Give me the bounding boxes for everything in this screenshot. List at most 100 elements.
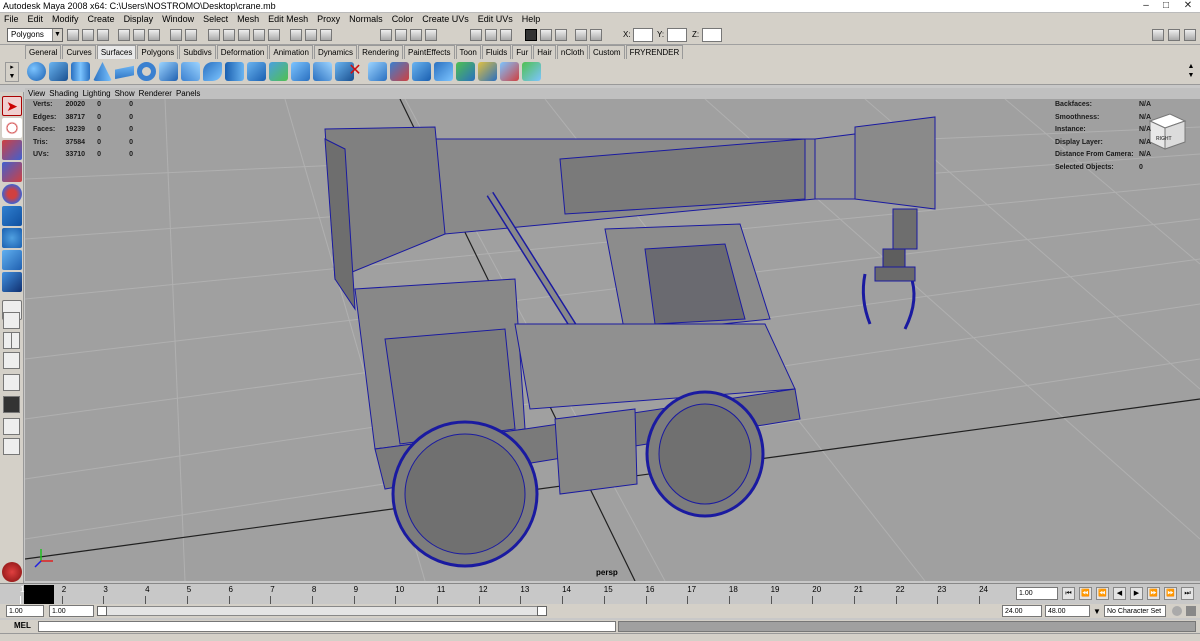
menu-display[interactable]: Display [120, 13, 159, 26]
step-forward-key-button[interactable]: ⏩ [1164, 587, 1177, 600]
shelf-tab-polygons[interactable]: Polygons [137, 45, 179, 59]
shelf-tab-general[interactable]: General [25, 45, 62, 59]
revolve-icon[interactable] [159, 62, 178, 81]
soft-modification-icon[interactable] [2, 250, 22, 270]
layout-hypershade-icon[interactable] [3, 418, 20, 435]
layout-persp-graph-icon[interactable] [3, 396, 20, 413]
layout-two-side-icon[interactable] [3, 352, 20, 369]
maximize-button[interactable]: □ [1156, 0, 1176, 13]
nurbs-cone-icon[interactable] [93, 62, 112, 81]
chevron-down-icon[interactable]: ▼ [1093, 607, 1103, 616]
extend-icon[interactable] [500, 62, 519, 81]
history-icon[interactable] [290, 29, 302, 41]
preferences-icon[interactable] [1186, 606, 1196, 616]
menu-help[interactable]: Help [518, 13, 546, 26]
channel-box-icon[interactable] [555, 29, 567, 41]
range-end-handle[interactable] [537, 606, 547, 616]
layout-four-icon[interactable] [3, 332, 20, 349]
menu-create[interactable]: Create [84, 13, 120, 26]
outliner-icon[interactable] [590, 29, 602, 41]
open-scene-icon[interactable] [82, 29, 94, 41]
command-line-input[interactable] [38, 621, 616, 632]
nurbs-cube-icon[interactable] [49, 62, 68, 81]
rebuild-icon[interactable] [522, 62, 541, 81]
shelf-tab-dynamics[interactable]: Dynamics [313, 45, 358, 59]
panel-menu-lighting[interactable]: Lighting [83, 88, 115, 99]
snap-point-icon[interactable] [238, 29, 250, 41]
nurbs-torus-icon[interactable] [137, 62, 156, 81]
shelf-tab-ncloth[interactable]: nCloth [556, 45, 589, 59]
layout-single-icon[interactable] [3, 312, 20, 329]
nurbs-cylinder-icon[interactable] [71, 62, 90, 81]
snap-curve-icon[interactable] [223, 29, 235, 41]
untrim-icon[interactable] [368, 62, 387, 81]
menu-proxy[interactable]: Proxy [313, 13, 345, 26]
time-slider[interactable]: 1 2 3 4 5 6 7 8 9 10 11 12 13 14 15 16 17 18 19 20 21 22 23 24 … [0, 583, 1200, 604]
align-icon[interactable] [434, 62, 453, 81]
play-forwards-button[interactable]: ▶ [1130, 587, 1143, 600]
hypershade-icon[interactable] [470, 29, 482, 41]
move-tool-icon[interactable] [2, 162, 22, 182]
attach-icon[interactable] [390, 62, 409, 81]
step-back-frame-button[interactable]: ⏪ [1096, 587, 1109, 600]
render-current-icon[interactable] [395, 29, 407, 41]
menu-set-dropdown[interactable]: Polygons ▼ [7, 28, 63, 42]
lock-selection-icon[interactable] [185, 29, 197, 41]
menu-edit-uvs[interactable]: Edit UVs [474, 13, 518, 26]
show-manipulator-icon[interactable] [2, 272, 22, 292]
y-field[interactable] [667, 28, 687, 42]
menu-create-uvs[interactable]: Create UVs [418, 13, 474, 26]
make-live-icon[interactable] [268, 29, 280, 41]
menu-mesh[interactable]: Mesh [233, 13, 264, 26]
square-surface-icon[interactable] [291, 62, 310, 81]
menu-modify[interactable]: Modify [48, 13, 84, 26]
menu-file[interactable]: File [0, 13, 24, 26]
select-tool-icon[interactable]: ➤ [2, 96, 22, 116]
panel-menu-panels[interactable]: Panels [176, 88, 204, 99]
extrude-icon[interactable] [225, 62, 244, 81]
shelf-tab-fluids[interactable]: Fluids [481, 45, 512, 59]
auto-key-icon[interactable] [1172, 606, 1182, 616]
tool-settings-icon[interactable] [540, 29, 552, 41]
playback-start-field[interactable]: 1.00 [49, 605, 94, 617]
open-close-icon[interactable] [456, 62, 475, 81]
range-bar[interactable] [97, 606, 547, 616]
shelf-menu-button[interactable]: ▸ ▼ [5, 62, 19, 82]
toggle-sidebar-icon[interactable] [1152, 29, 1164, 41]
nurbs-plane-icon[interactable] [115, 65, 134, 80]
shelf-tab-fur[interactable]: Fur [512, 45, 533, 59]
menu-window[interactable]: Window [158, 13, 199, 26]
render-settings-icon[interactable] [425, 29, 437, 41]
render-view-icon[interactable] [380, 29, 392, 41]
new-scene-icon[interactable] [67, 29, 79, 41]
select-hierarchy-icon[interactable] [118, 29, 130, 41]
minimize-button[interactable]: – [1136, 0, 1156, 13]
paint-select-tool-icon[interactable] [2, 140, 22, 160]
shelf-tab-toon[interactable]: Toon [455, 45, 481, 59]
detach-icon[interactable] [412, 62, 431, 81]
menu-color[interactable]: Color [388, 13, 419, 26]
toggle-tool-settings-icon[interactable] [1184, 29, 1196, 41]
layer-editor-icon[interactable] [575, 29, 587, 41]
trim-icon[interactable]: ✕ [347, 62, 363, 81]
nurbs-sphere-icon[interactable] [27, 62, 46, 81]
construction-history-icon[interactable] [320, 29, 332, 41]
io-connections-icon[interactable] [305, 29, 317, 41]
birail-icon[interactable] [247, 62, 266, 81]
character-set-field[interactable]: No Character Set [1104, 605, 1166, 617]
shelf-tab-animation[interactable]: Animation [269, 45, 313, 59]
save-scene-icon[interactable] [97, 29, 109, 41]
insert-isoparm-icon[interactable] [478, 62, 497, 81]
menu-edit-mesh[interactable]: Edit Mesh [264, 13, 313, 26]
panel-menu-show[interactable]: Show [115, 88, 139, 99]
pick-mask-icon[interactable] [170, 29, 182, 41]
shelf-tab-painteffects[interactable]: PaintEffects [403, 45, 455, 59]
panel-menu-shading[interactable]: Shading [49, 88, 82, 99]
range-start-handle[interactable] [97, 606, 107, 616]
step-back-key-button[interactable]: ⏪ [1079, 587, 1092, 600]
lasso-tool-icon[interactable] [2, 118, 22, 138]
panel-menu-renderer[interactable]: Renderer [139, 88, 176, 99]
play-backwards-button[interactable]: ◀ [1113, 587, 1126, 600]
panel-menu-view[interactable]: View [28, 88, 49, 99]
attribute-editor-icon[interactable] [525, 29, 537, 41]
